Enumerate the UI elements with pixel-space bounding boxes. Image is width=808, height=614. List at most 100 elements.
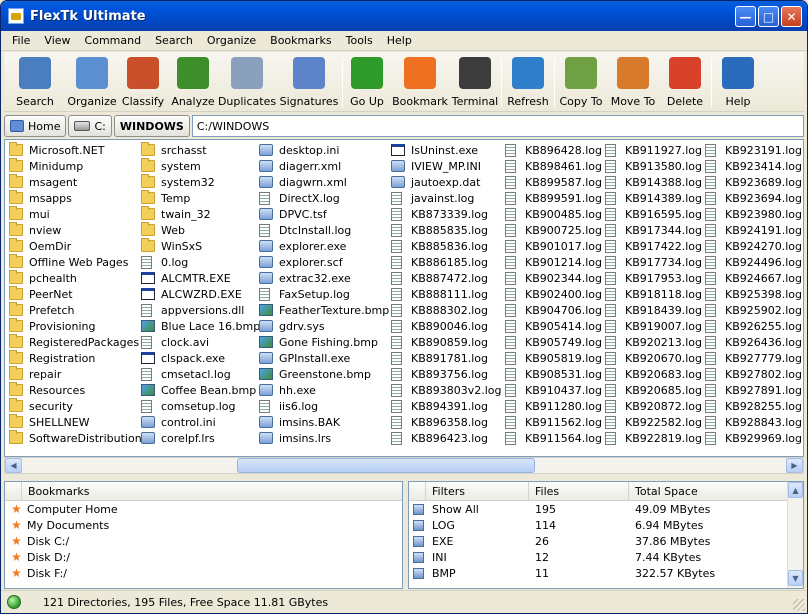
toolbar-bookmark-button[interactable]: Bookmark <box>391 52 449 110</box>
folder-item[interactable]: nview <box>9 222 142 238</box>
toolbar-analyze-button[interactable]: Analyze <box>168 52 218 110</box>
bookmark-item[interactable]: ★ Disk D:/ <box>5 549 402 565</box>
file-item[interactable]: KB894391.log <box>391 398 502 414</box>
file-item[interactable]: Greenstone.bmp <box>259 366 389 382</box>
file-item[interactable]: KB917344.log <box>605 222 702 238</box>
file-item[interactable]: KB898461.log <box>505 158 602 174</box>
file-item[interactable]: KB923689.log <box>705 174 802 190</box>
menu-organize[interactable]: Organize <box>200 34 263 47</box>
file-item[interactable]: KB920213.log <box>605 334 702 350</box>
toolbar-delete-button[interactable]: Delete <box>659 52 711 110</box>
file-item[interactable]: DtcInstall.log <box>259 222 389 238</box>
folder-item[interactable]: SoftwareDistribution <box>9 430 142 446</box>
folder-item[interactable]: Temp <box>141 190 260 206</box>
file-item[interactable]: IVIEW_MP.INI <box>391 158 502 174</box>
file-item[interactable]: KB908531.log <box>505 366 602 382</box>
file-item[interactable]: Gone Fishing.bmp <box>259 334 389 350</box>
file-item[interactable]: DirectX.log <box>259 190 389 206</box>
title-bar[interactable]: FlexTk Ultimate — □ ✕ <box>1 1 807 31</box>
file-item[interactable]: ALCMTR.EXE <box>141 270 260 286</box>
file-item[interactable]: control.ini <box>141 414 260 430</box>
file-item[interactable]: desktop.ini <box>259 142 389 158</box>
file-item[interactable]: KB887472.log <box>391 270 502 286</box>
file-item[interactable]: KB925902.log <box>705 302 802 318</box>
file-list-scrollbar[interactable]: ◀ ▶ <box>4 457 804 474</box>
scroll-thumb[interactable] <box>237 458 535 473</box>
file-item[interactable]: KB927802.log <box>705 366 802 382</box>
file-item[interactable]: comsetup.log <box>141 398 260 414</box>
menu-bookmarks[interactable]: Bookmarks <box>263 34 338 47</box>
toolbar-organize-button[interactable]: Organize <box>66 52 118 110</box>
file-item[interactable]: IsUninst.exe <box>391 142 502 158</box>
folder-item[interactable]: PeerNet <box>9 286 142 302</box>
file-item[interactable]: KB924191.log <box>705 222 802 238</box>
filter-row[interactable]: LOG 114 6.94 MBytes <box>409 517 803 533</box>
toolbar-classify-button[interactable]: Classify <box>118 52 168 110</box>
menu-help[interactable]: Help <box>380 34 419 47</box>
file-item[interactable]: gdrv.sys <box>259 318 389 334</box>
file-item[interactable]: KB900485.log <box>505 206 602 222</box>
toolbar-signatures-button[interactable]: Signatures <box>276 52 342 110</box>
file-item[interactable]: KB911280.log <box>505 398 602 414</box>
toolbar-move-to-button[interactable]: Move To <box>607 52 659 110</box>
filters-scrollbar[interactable]: ▲ ▼ <box>787 482 803 588</box>
folder-item[interactable]: system <box>141 158 260 174</box>
crumb-windows[interactable]: WINDOWS <box>113 115 190 137</box>
filter-row[interactable]: Show All 195 49.09 MBytes <box>409 501 803 517</box>
menu-view[interactable]: View <box>37 34 77 47</box>
file-item[interactable]: KB920670.log <box>605 350 702 366</box>
file-item[interactable]: KB923694.log <box>705 190 802 206</box>
folder-item[interactable]: Prefetch <box>9 302 142 318</box>
file-item[interactable]: imsins.BAK <box>259 414 389 430</box>
file-item[interactable]: KB920683.log <box>605 366 702 382</box>
toolbar-go-up-button[interactable]: Go Up <box>343 52 391 110</box>
file-item[interactable]: Coffee Bean.bmp <box>141 382 260 398</box>
folder-item[interactable]: SHELLNEW <box>9 414 142 430</box>
folder-item[interactable]: Microsoft.NET <box>9 142 142 158</box>
file-item[interactable]: KB886185.log <box>391 254 502 270</box>
file-item[interactable]: KB911927.log <box>605 142 702 158</box>
file-item[interactable]: KB905819.log <box>505 350 602 366</box>
file-item[interactable]: explorer.exe <box>259 238 389 254</box>
crumb-home[interactable]: Home <box>4 115 67 137</box>
file-item[interactable]: KB904706.log <box>505 302 602 318</box>
file-item[interactable]: KB922582.log <box>605 414 702 430</box>
folder-item[interactable]: repair <box>9 366 142 382</box>
file-item[interactable]: KB918118.log <box>605 286 702 302</box>
folder-item[interactable]: msapps <box>9 190 142 206</box>
toolbar-search-button[interactable]: Search <box>4 52 66 110</box>
file-item[interactable]: Blue Lace 16.bmp <box>141 318 260 334</box>
file-item[interactable]: GPInstall.exe <box>259 350 389 366</box>
file-item[interactable]: KB902344.log <box>505 270 602 286</box>
file-item[interactable]: KB924667.log <box>705 270 802 286</box>
folder-item[interactable]: Minidump <box>9 158 142 174</box>
file-item[interactable]: extrac32.exe <box>259 270 389 286</box>
file-item[interactable]: KB911562.log <box>505 414 602 430</box>
folder-item[interactable]: pchealth <box>9 270 142 286</box>
file-item[interactable]: KB902400.log <box>505 286 602 302</box>
crumb-drive-c[interactable]: C: <box>68 115 112 137</box>
file-item[interactable]: KB917953.log <box>605 270 702 286</box>
col-filters[interactable]: Filters <box>426 482 529 501</box>
file-item[interactable]: KB922819.log <box>605 430 702 446</box>
file-item[interactable]: FaxSetup.log <box>259 286 389 302</box>
file-item[interactable]: KB896423.log <box>391 430 502 446</box>
scroll-right-button[interactable]: ▶ <box>786 458 803 473</box>
folder-item[interactable]: security <box>9 398 142 414</box>
file-item[interactable]: jautoexp.dat <box>391 174 502 190</box>
file-item[interactable]: KB905414.log <box>505 318 602 334</box>
file-item[interactable]: KB890046.log <box>391 318 502 334</box>
file-item[interactable]: KB917734.log <box>605 254 702 270</box>
folder-item[interactable]: Registration <box>9 350 142 366</box>
toolbar-duplicates-button[interactable]: Duplicates <box>218 52 276 110</box>
folder-item[interactable]: twain_32 <box>141 206 260 222</box>
col-files[interactable]: Files <box>529 482 629 501</box>
file-item[interactable]: KB924270.log <box>705 238 802 254</box>
folder-item[interactable]: Provisioning <box>9 318 142 334</box>
scroll-left-button[interactable]: ◀ <box>5 458 22 473</box>
file-item[interactable]: DPVC.tsf <box>259 206 389 222</box>
close-button[interactable]: ✕ <box>781 6 802 27</box>
file-item[interactable]: ALCWZRD.EXE <box>141 286 260 302</box>
file-item[interactable]: KB923980.log <box>705 206 802 222</box>
file-item[interactable]: KB896358.log <box>391 414 502 430</box>
